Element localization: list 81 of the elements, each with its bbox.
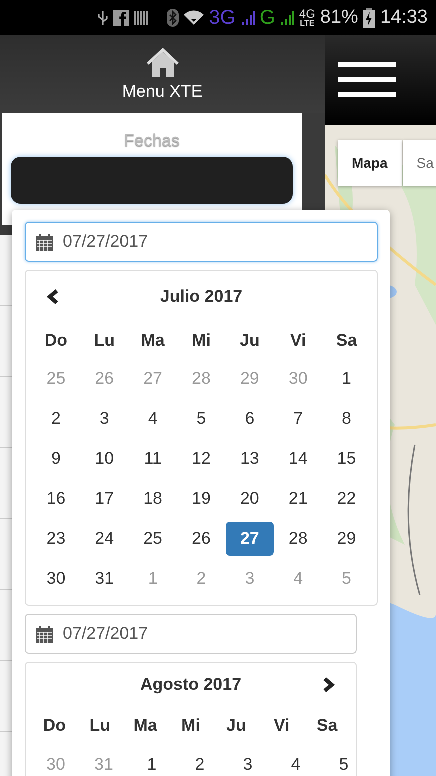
- day[interactable]: 22: [322, 482, 371, 516]
- menu-icon[interactable]: [338, 62, 396, 98]
- weekday-label: Vi: [290, 331, 306, 351]
- network-type: 3G: [209, 8, 236, 28]
- home-icon[interactable]: [144, 46, 180, 78]
- day[interactable]: 16: [32, 482, 80, 516]
- calendar-icon: [36, 626, 53, 642]
- day[interactable]: 2: [32, 402, 80, 436]
- month-title: Julio 2017: [160, 287, 243, 307]
- day[interactable]: 27: [226, 522, 274, 556]
- day[interactable]: 10: [80, 442, 129, 476]
- date-input[interactable]: 07/27/2017: [25, 614, 357, 654]
- weekday-label: Lu: [90, 716, 111, 736]
- day[interactable]: 12: [177, 442, 226, 476]
- menu-title: Menu XTE: [122, 82, 203, 102]
- day[interactable]: 6: [226, 402, 274, 436]
- battery-percent: 81%: [320, 6, 358, 28]
- previous-month-icon[interactable]: [46, 289, 60, 305]
- day[interactable]: 3: [80, 402, 129, 436]
- date-range-field[interactable]: [11, 157, 293, 204]
- day[interactable]: 18: [129, 482, 178, 516]
- day[interactable]: 31: [80, 562, 129, 596]
- weekday-label: Vi: [274, 716, 290, 736]
- weekday-label: Ma: [141, 331, 165, 351]
- day[interactable]: 4: [272, 748, 320, 776]
- map-type-tab[interactable]: Mapa: [338, 140, 402, 186]
- day[interactable]: 14: [274, 442, 322, 476]
- day[interactable]: 23: [32, 522, 80, 556]
- day[interactable]: 7: [274, 402, 322, 436]
- day[interactable]: 2: [176, 748, 224, 776]
- day[interactable]: 24: [80, 522, 129, 556]
- day[interactable]: 20: [226, 482, 274, 516]
- day[interactable]: 15: [322, 442, 371, 476]
- calendar-icon: [36, 234, 53, 250]
- day[interactable]: 3: [224, 748, 272, 776]
- weekday-label: Ju: [240, 331, 260, 351]
- day[interactable]: 9: [32, 442, 80, 476]
- battery-charging-icon: [363, 8, 376, 28]
- weekday-label: Sa: [336, 331, 358, 351]
- day[interactable]: 19: [177, 482, 226, 516]
- weekday-label: Mi: [182, 716, 200, 736]
- date-value: 07/27/2017: [63, 624, 148, 644]
- month-title: Agosto 2017: [140, 675, 242, 695]
- next-month-icon[interactable]: [322, 677, 336, 693]
- weekday-label: Ju: [226, 716, 246, 736]
- weekday-label: Do: [43, 716, 66, 736]
- day[interactable]: 28: [274, 522, 322, 556]
- network-type: 4G: [299, 8, 316, 20]
- signal-icon: [240, 10, 255, 24]
- map-type-tab[interactable]: Sa: [402, 140, 436, 186]
- weekday-label: Mi: [192, 331, 211, 351]
- day[interactable]: 26: [177, 522, 226, 556]
- wifi-icon: [184, 10, 204, 26]
- network-type: LTE: [300, 20, 315, 28]
- usb-icon: [98, 10, 108, 26]
- day[interactable]: 8: [322, 402, 371, 436]
- day[interactable]: 1: [128, 748, 176, 776]
- date-input[interactable]: 07/27/2017: [25, 222, 378, 262]
- day[interactable]: 13: [226, 442, 274, 476]
- signal-icon: [280, 10, 294, 24]
- barcode-icon: [134, 10, 148, 26]
- day[interactable]: 25: [129, 522, 178, 556]
- weekday-label: Lu: [94, 331, 116, 351]
- weekday-label: Ma: [134, 716, 158, 736]
- day[interactable]: 21: [274, 482, 322, 516]
- weekday-label: Do: [44, 331, 68, 351]
- day[interactable]: 1: [322, 362, 371, 396]
- date-value: 07/27/2017: [63, 232, 148, 252]
- bluetooth-icon: [167, 8, 180, 26]
- day[interactable]: 11: [129, 442, 178, 476]
- day[interactable]: 4: [129, 402, 178, 436]
- section-label: Fechas: [124, 131, 180, 151]
- weekday-label: Sa: [316, 716, 338, 736]
- clock: 14:33: [380, 6, 428, 28]
- network-type: G: [260, 8, 276, 28]
- day[interactable]: 5: [320, 748, 368, 776]
- day[interactable]: 30: [32, 562, 80, 596]
- day[interactable]: 29: [322, 522, 371, 556]
- day[interactable]: 5: [177, 402, 226, 436]
- facebook-icon: [113, 10, 130, 26]
- day[interactable]: 17: [80, 482, 129, 516]
